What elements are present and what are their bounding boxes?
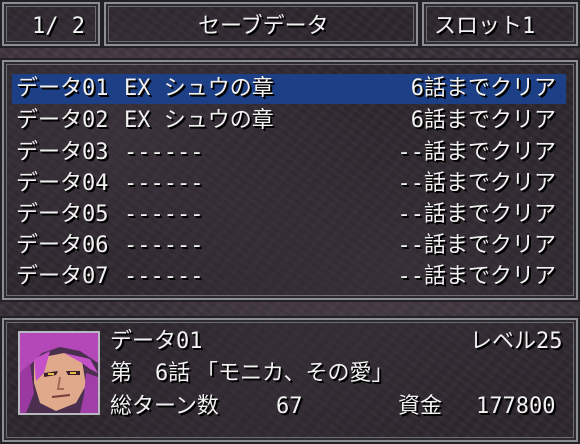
save-slot-name: データ05	[16, 202, 109, 227]
save-slot-row[interactable]: データ04 ------ --話までクリア	[12, 169, 566, 199]
save-slot-progress: 6話までクリア	[410, 76, 556, 101]
save-slot-scenario: ------	[124, 171, 204, 196]
save-slot-scenario: ------	[124, 264, 204, 289]
save-slot-name: データ07	[16, 264, 109, 289]
save-slot-progress: --話までクリア	[397, 171, 557, 196]
save-screen: 1/ 2 セーブデータ スロット1 データ01 EX シュウの章 6話までクリア…	[0, 0, 580, 444]
page-indicator-box: 1/ 2	[2, 2, 100, 46]
save-slot-progress: --話までクリア	[397, 202, 557, 227]
save-slot-name: データ04	[16, 171, 109, 196]
save-slot-scenario: ------	[124, 202, 204, 227]
save-slot-row[interactable]: データ03 ------ --話までクリア	[12, 138, 566, 168]
slot-label: スロット1	[434, 14, 536, 39]
save-slot-name: データ02	[16, 108, 109, 133]
save-slot-name: データ03	[16, 140, 109, 165]
save-slot-progress: 6話までクリア	[410, 108, 556, 133]
title-box: セーブデータ	[104, 2, 418, 46]
character-portrait	[18, 331, 100, 415]
save-slot-name: データ01	[16, 76, 109, 101]
detail-funds-value: 177800	[476, 394, 556, 419]
save-slot-row[interactable]: データ02 EX シュウの章 6話までクリア	[12, 106, 566, 136]
detail-chapter-number: 6話	[155, 361, 191, 386]
detail-turns-value: 67	[276, 394, 303, 419]
save-slot-scenario: ------	[124, 140, 204, 165]
detail-chapter-title: 「モニカ、その愛」	[196, 361, 394, 386]
character-portrait-purple-hair-icon	[20, 333, 98, 413]
save-slot-scenario: EX シュウの章	[124, 108, 274, 133]
save-slot-row[interactable]: データ07 ------ --話までクリア	[12, 262, 566, 292]
save-slot-progress: --話までクリア	[397, 264, 557, 289]
detail-save-name: データ01	[110, 329, 203, 354]
detail-turns-label: 総ターン数	[110, 394, 219, 419]
save-slot-progress: --話までクリア	[397, 233, 557, 258]
page-indicator: 1/ 2	[32, 14, 85, 39]
save-slot-row[interactable]: データ06 ------ --話までクリア	[12, 231, 566, 261]
save-slot-progress: --話までクリア	[397, 140, 557, 165]
detail-level-value: 25	[536, 329, 563, 354]
detail-level-label: レベル	[470, 329, 537, 354]
save-slot-name: データ06	[16, 233, 109, 258]
save-slot-scenario: ------	[124, 233, 204, 258]
save-slot-row[interactable]: データ05 ------ --話までクリア	[12, 200, 566, 230]
slot-box[interactable]: スロット1	[422, 2, 578, 46]
detail-funds-label: 資金	[398, 394, 443, 419]
detail-chapter-prefix: 第	[110, 361, 133, 386]
screen-title: セーブデータ	[198, 14, 329, 39]
save-slot-row[interactable]: データ01 EX シュウの章 6話までクリア	[12, 74, 566, 104]
save-slot-scenario: EX シュウの章	[124, 76, 274, 101]
